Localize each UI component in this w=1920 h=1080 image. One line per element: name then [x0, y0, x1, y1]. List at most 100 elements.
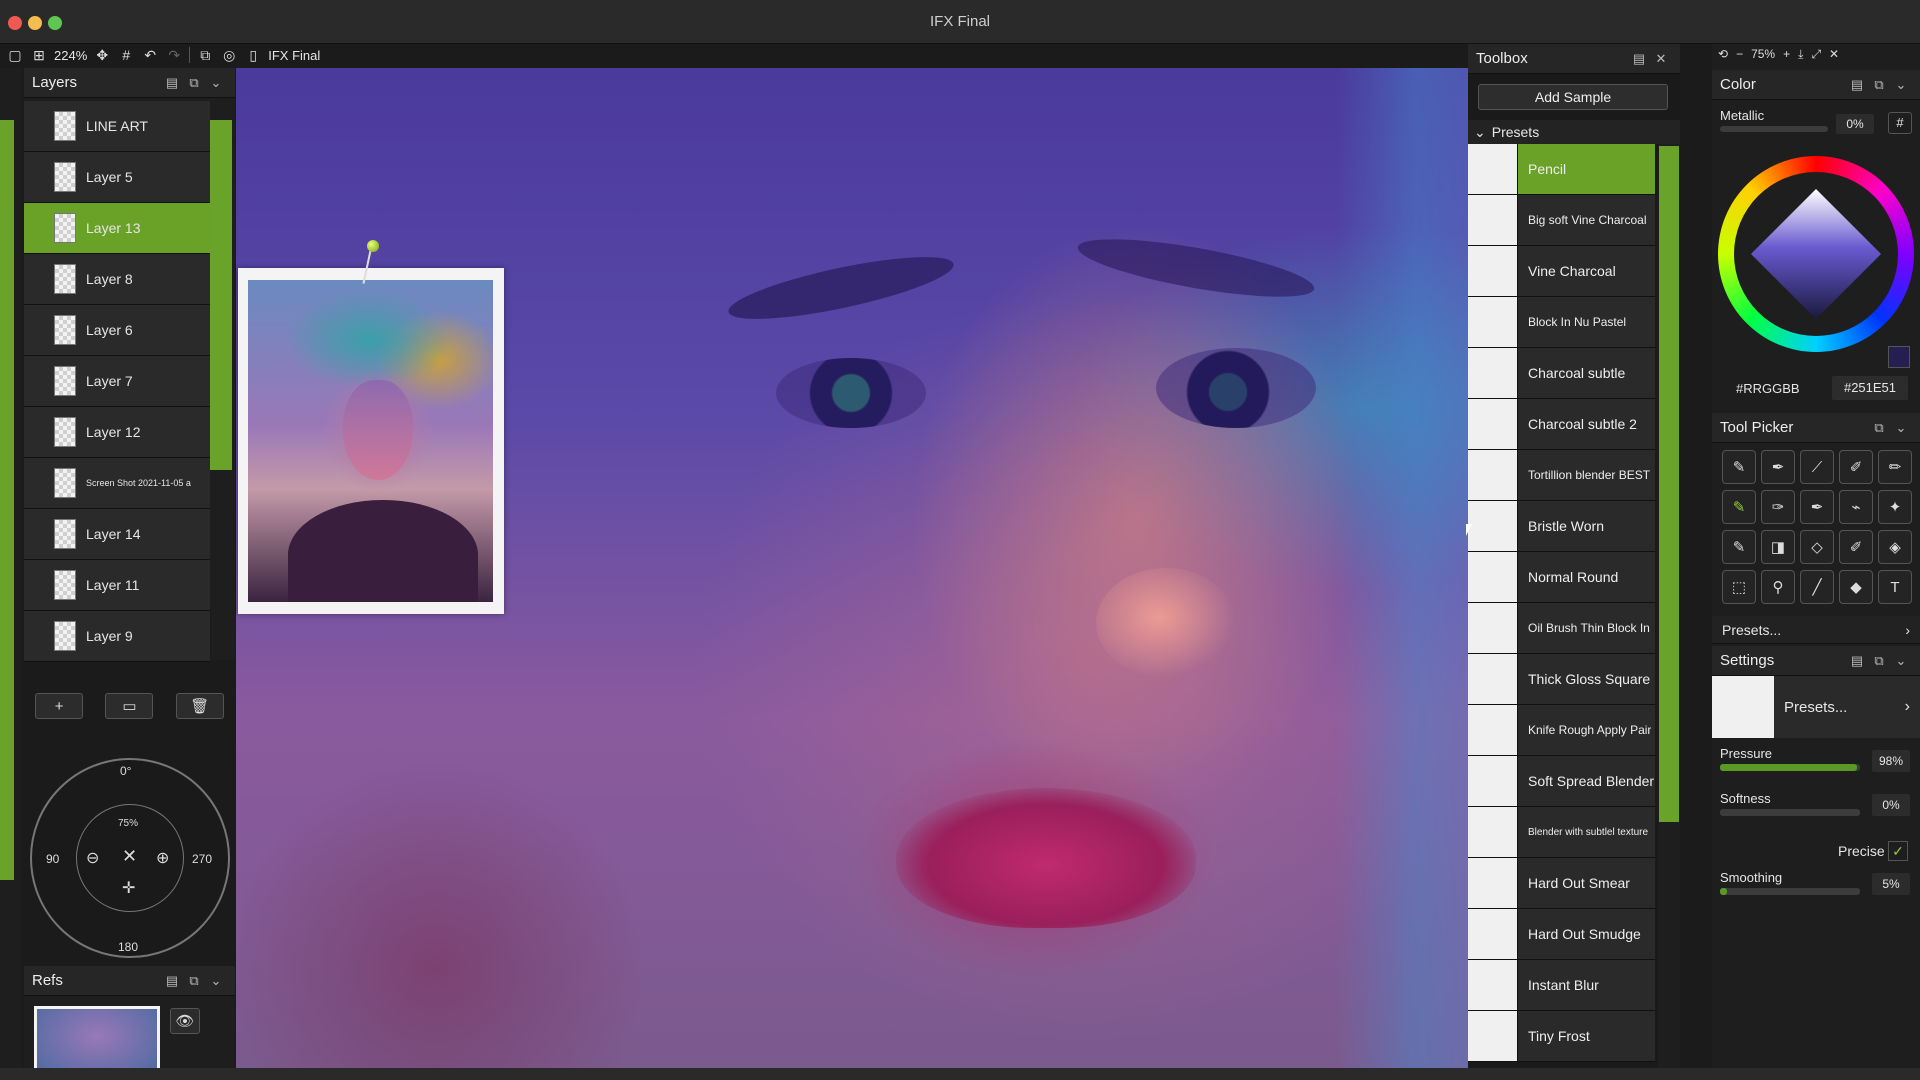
softness-slider[interactable]: [1720, 809, 1860, 816]
zoom-in-icon[interactable]: ⊕: [156, 848, 169, 868]
ink-tool-icon[interactable]: ✒: [1800, 490, 1834, 524]
panel-detach-icon[interactable]: ⧉: [1868, 420, 1890, 436]
chevron-down-icon[interactable]: ⌄: [1890, 420, 1912, 436]
shape-tool-icon[interactable]: ◈: [1878, 530, 1912, 564]
grid-icon[interactable]: #: [117, 46, 135, 64]
smoothing-value[interactable]: 5%: [1872, 873, 1910, 895]
text-tool-icon[interactable]: T: [1878, 570, 1912, 604]
smoothing-slider[interactable]: [1720, 888, 1860, 895]
brush-preset-item[interactable]: Bristle Worn: [1468, 501, 1655, 552]
pastel-tool-icon[interactable]: ⟋: [1800, 450, 1834, 484]
sampler-icon[interactable]: ◎: [220, 46, 238, 64]
view-zoom-level[interactable]: 75%: [1751, 47, 1775, 61]
panel-menu-icon[interactable]: ▤: [161, 75, 183, 91]
tool-presets-link[interactable]: Presets... ›: [1712, 616, 1920, 644]
presets-section-header[interactable]: ⌄ Presets: [1468, 120, 1680, 144]
redo-icon[interactable]: ↷: [165, 46, 183, 64]
brush-preset-item[interactable]: Vine Charcoal: [1468, 246, 1655, 297]
brush-preset-item[interactable]: Knife Rough Apply Pair: [1468, 705, 1655, 756]
download-icon[interactable]: ⤓: [1798, 47, 1803, 62]
brush-preset-item[interactable]: Hard Out Smear: [1468, 858, 1655, 909]
expand-icon[interactable]: ⤢: [1811, 47, 1821, 62]
current-color-swatch[interactable]: [1888, 346, 1910, 368]
brush-preset-item[interactable]: Soft Spread Blender: [1468, 756, 1655, 807]
grid-view-icon[interactable]: ⊞: [30, 46, 48, 64]
panel-menu-icon[interactable]: ▤: [1846, 77, 1868, 93]
layer-row[interactable]: LINE ART: [24, 101, 210, 152]
document-icon[interactable]: ▯: [244, 46, 262, 64]
toolbox-scroll-thumb[interactable]: [1659, 146, 1679, 822]
layer-row[interactable]: Layer 7: [24, 356, 210, 407]
softness-value[interactable]: 0%: [1872, 794, 1910, 816]
brush-preset-item[interactable]: Thick Gloss Square: [1468, 654, 1655, 705]
rotate-view-icon[interactable]: ⟲: [1718, 47, 1728, 61]
pressure-value[interactable]: 98%: [1872, 750, 1910, 772]
brush-preset-item[interactable]: Big soft Vine Charcoal: [1468, 195, 1655, 246]
chevron-down-icon[interactable]: ⌄: [205, 75, 227, 91]
brush-preset-item[interactable]: Blender with subtlel texture: [1468, 807, 1655, 858]
layer-row[interactable]: Layer 9: [24, 611, 210, 662]
blender-tool-icon[interactable]: ✦: [1878, 490, 1912, 524]
pin-icon[interactable]: [367, 240, 379, 252]
hex-value-field[interactable]: #251E51: [1832, 376, 1908, 400]
layer-row[interactable]: Layer 11: [24, 560, 210, 611]
eyedropper-tool-icon[interactable]: ⚲: [1761, 570, 1795, 604]
pencil-tool-icon[interactable]: ✎: [1722, 450, 1756, 484]
navigator-wheel[interactable]: 0° 90 270 180 75% ✕ ⊖ ⊕ ✛: [30, 758, 230, 958]
layer-row[interactable]: Layer 8: [24, 254, 210, 305]
panel-detach-icon[interactable]: ⧉: [183, 973, 205, 989]
active-brush-tool-icon[interactable]: ✎: [1722, 490, 1756, 524]
chevron-down-icon[interactable]: ⌄: [1890, 77, 1912, 93]
brush-preset-item[interactable]: Normal Round: [1468, 552, 1655, 603]
layers-icon[interactable]: ⧉: [196, 46, 214, 64]
layer-row[interactable]: Layer 5: [24, 152, 210, 203]
zoom-in-icon[interactable]: +: [1783, 47, 1790, 61]
trash-icon[interactable]: 🗑: [175, 693, 224, 719]
folder-icon[interactable]: ▭: [105, 693, 154, 719]
panel-detach-icon[interactable]: ⧉: [1868, 653, 1890, 669]
oil-brush-tool-icon[interactable]: ✑: [1761, 490, 1795, 524]
panel-menu-icon[interactable]: ▤: [161, 973, 183, 989]
metallic-value[interactable]: 0%: [1836, 114, 1874, 134]
reset-view-icon[interactable]: ✕: [122, 846, 137, 867]
panel-detach-icon[interactable]: ⧉: [1868, 77, 1890, 93]
brush-preset-item[interactable]: Tortillion blender BEST: [1468, 450, 1655, 501]
close-icon[interactable]: ✕: [1829, 47, 1839, 61]
pinned-reference-image[interactable]: [238, 268, 504, 614]
airbrush-tool-icon[interactable]: ✐: [1839, 450, 1873, 484]
bucket-tool-icon[interactable]: ◆: [1839, 570, 1873, 604]
precise-checkbox[interactable]: ✓: [1888, 841, 1908, 861]
undo-icon[interactable]: ↶: [141, 46, 159, 64]
eraser-tool-icon[interactable]: ✎: [1722, 530, 1756, 564]
smudge-tool-icon[interactable]: ◇: [1800, 530, 1834, 564]
zoom-out-icon[interactable]: ⊖: [86, 848, 99, 868]
layer-row[interactable]: Layer 6: [24, 305, 210, 356]
layer-row[interactable]: Layer 14: [24, 509, 210, 560]
pen-tool-icon[interactable]: ✒: [1761, 450, 1795, 484]
stamp-tool-icon[interactable]: ✐: [1839, 530, 1873, 564]
pan-icon[interactable]: ✛: [122, 878, 135, 898]
panel-detach-icon[interactable]: ⧉: [183, 75, 205, 91]
metallic-slider[interactable]: [1720, 126, 1828, 132]
selection-tool-icon[interactable]: ⬚: [1722, 570, 1756, 604]
document-name[interactable]: IFX Final: [268, 48, 320, 63]
add-sample-button[interactable]: Add Sample: [1478, 84, 1668, 110]
pressure-slider[interactable]: [1720, 764, 1860, 771]
close-icon[interactable]: ✕: [1650, 51, 1672, 67]
hex-toggle-button[interactable]: #: [1888, 112, 1912, 134]
brush-tool-icon[interactable]: ╱: [1800, 570, 1834, 604]
move-icon[interactable]: ✥: [93, 46, 111, 64]
chevron-down-icon[interactable]: ⌄: [205, 973, 227, 989]
chevron-down-icon[interactable]: ⌄: [1890, 653, 1912, 669]
layer-row[interactable]: Screen Shot 2021-11-05 a: [24, 458, 210, 509]
canvas-view-icon[interactable]: ▢: [6, 46, 24, 64]
settings-presets-row[interactable]: Presets... ›: [1712, 676, 1920, 738]
brush-preset-item[interactable]: Tiny Frost: [1468, 1011, 1655, 1062]
eye-icon[interactable]: 👁: [170, 1008, 200, 1034]
layer-row[interactable]: Layer 12: [24, 407, 210, 458]
fill-tool-icon[interactable]: ◨: [1761, 530, 1795, 564]
panel-menu-icon[interactable]: ▤: [1628, 51, 1650, 67]
brush-preset-item[interactable]: Block In Nu Pastel: [1468, 297, 1655, 348]
brush-preset-item[interactable]: Instant Blur: [1468, 960, 1655, 1011]
brush-preset-item[interactable]: Hard Out Smudge: [1468, 909, 1655, 960]
